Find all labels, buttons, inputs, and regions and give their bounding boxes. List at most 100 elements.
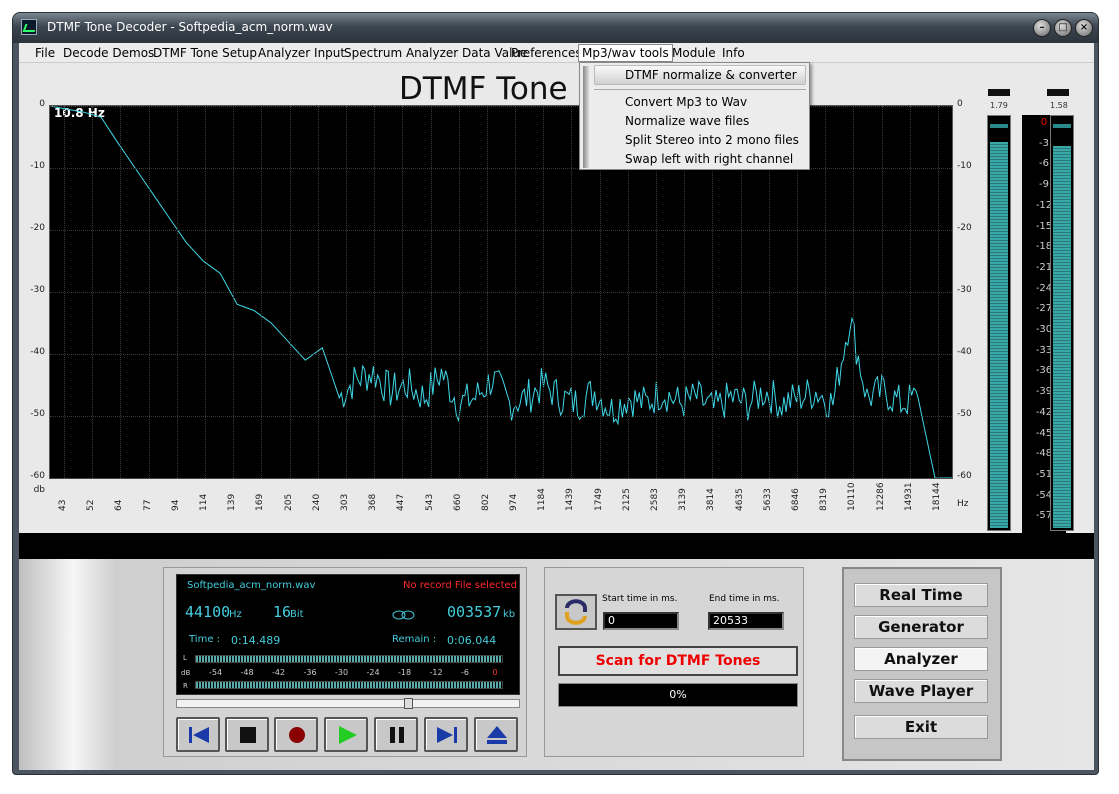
left-meter-peak (990, 124, 1008, 128)
menu-dtmf-tone-setup[interactable]: DTMF Tone Setup (153, 46, 257, 60)
stop-button[interactable] (225, 717, 269, 752)
record-button[interactable] (274, 717, 318, 752)
y-tick-label-right: -20 (957, 223, 972, 233)
seek-handle[interactable] (404, 698, 414, 709)
analyzer-button[interactable]: Analyzer (854, 647, 988, 671)
pause-button[interactable] (374, 717, 418, 752)
menu-analyzer-input[interactable]: Analyzer Input (258, 46, 345, 60)
remain-label: Remain : (392, 634, 437, 645)
menu-item-convert-mp3-to-wav[interactable]: Convert Mp3 to Wav (625, 95, 747, 109)
y-tick-label: -60 (30, 471, 45, 481)
right-meter-fill (1053, 146, 1071, 528)
play-icon (339, 726, 357, 744)
vu-scale-label: -36 (303, 668, 317, 677)
x-tick-label: 4635 (734, 488, 745, 511)
page-title: DTMF Tone (399, 71, 568, 107)
menu-module[interactable]: Module (672, 46, 716, 60)
menu-bar: File Decode Demos DTMF Tone Setup Analyz… (19, 43, 1094, 63)
x-tick-label: 8319 (819, 488, 830, 511)
grid-line-v (92, 106, 94, 478)
x-tick-label: 10110 (847, 482, 858, 511)
app-icon (21, 19, 37, 35)
time-label: Time : (189, 634, 221, 645)
player-panel: Softpedia_acm_norm.wav No record File se… (163, 567, 527, 757)
grid-line-v (486, 106, 488, 478)
skip-forward-button[interactable] (424, 717, 468, 752)
x-tick-label: 974 (509, 493, 520, 511)
right-meter-value: 1.58 (1050, 101, 1068, 110)
play-button[interactable] (324, 717, 368, 752)
scan-progress: 0% (558, 683, 798, 707)
vu-scale-label: -54 (209, 668, 223, 677)
exit-button[interactable]: Exit (854, 715, 988, 739)
start-time-input[interactable]: 0 (603, 612, 679, 630)
end-time-label: End time in ms. (709, 594, 780, 604)
menu-item-split-stereo[interactable]: Split Stereo into 2 mono files (625, 133, 799, 147)
y-tick-label-right: -50 (957, 409, 972, 419)
menu-file[interactable]: File (35, 46, 55, 60)
minimize-icon[interactable]: – (1033, 19, 1051, 37)
x-tick-label: 18144 (931, 482, 942, 511)
x-tick-label: 205 (283, 493, 294, 511)
remain-value: 0:06.044 (447, 634, 497, 647)
x-tick-label: 1749 (593, 488, 604, 511)
x-tick-label: 3139 (678, 488, 689, 511)
menu-preferences[interactable]: Preferences (511, 46, 582, 60)
y-tick-label-right: -60 (957, 471, 972, 481)
grid-line-v (937, 106, 939, 478)
loop-button[interactable] (555, 594, 597, 630)
x-tick-label: 447 (396, 493, 407, 511)
vu-meter-left (195, 655, 503, 663)
menu-mp3-wav-tools[interactable]: Mp3/wav tools (578, 44, 673, 62)
menu-decode-demos[interactable]: Decode Demos (63, 46, 154, 60)
menu-spectrum-analyzer-data-value[interactable]: Spectrum Analyzer Data Value (344, 46, 527, 60)
menu-item-dtmf-normalize-converter[interactable]: DTMF normalize & converter (594, 65, 806, 85)
x-tick-label: 94 (170, 499, 181, 511)
vu-meter-right (195, 681, 503, 689)
eject-button[interactable] (474, 717, 518, 752)
bit-depth: 16 (273, 603, 292, 621)
grid-line-v (430, 106, 432, 478)
vu-scale-label: -30 (335, 668, 349, 677)
right-meter-peak (1053, 124, 1071, 128)
y-unit-label: db (33, 485, 45, 495)
title-bar[interactable]: DTMF Tone Decoder - Softpedia_acm_norm.w… (13, 13, 1098, 43)
menu-item-normalize-wave-files[interactable]: Normalize wave files (625, 114, 749, 128)
spectrum-plot[interactable]: 10.8 Hz (49, 105, 953, 479)
skip-back-icon (189, 727, 209, 743)
left-level-meter (987, 115, 1011, 531)
grid-line-h (50, 230, 952, 231)
x-tick-label: 114 (199, 493, 210, 511)
vu-scale-label: -42 (272, 668, 286, 677)
y-tick-label-right: 0 (957, 99, 963, 109)
generator-button[interactable]: Generator (854, 615, 988, 639)
maximize-icon[interactable]: □ (1054, 19, 1072, 37)
x-tick-label: 43 (58, 499, 69, 511)
wave-player-button[interactable]: Wave Player (854, 679, 988, 703)
time-value: 0:14.489 (231, 634, 281, 647)
menu-info[interactable]: Info (722, 46, 745, 60)
right-peak-indicator (1047, 89, 1069, 96)
real-time-button[interactable]: Real Time (854, 583, 988, 607)
y-tick-label: -20 (30, 223, 45, 233)
grid-line-v (571, 106, 573, 478)
grid-line-v (881, 106, 883, 478)
grid-line-v (543, 106, 545, 478)
vu-db-label: dB (181, 669, 191, 677)
close-icon[interactable]: × (1075, 19, 1093, 37)
grid-line-v (515, 106, 517, 478)
file-size: 003537 (447, 603, 502, 621)
grid-line-h (50, 478, 952, 479)
grid-line-v (458, 106, 460, 478)
start-time-label: Start time in ms. (602, 594, 678, 604)
seek-bar[interactable] (176, 698, 520, 709)
left-meter-value: 1.79 (990, 101, 1008, 110)
grid-line-v (909, 106, 911, 478)
menu-item-swap-channels[interactable]: Swap left with right channel (625, 152, 793, 166)
skip-back-button[interactable] (176, 717, 220, 752)
grid-line-v (148, 106, 150, 478)
scan-dtmf-button[interactable]: Scan for DTMF Tones (558, 646, 798, 676)
x-tick-label: 3814 (706, 488, 717, 511)
scan-panel: Start time in ms. 0 End time in ms. 2053… (544, 567, 804, 757)
end-time-input[interactable]: 20533 (708, 612, 784, 630)
